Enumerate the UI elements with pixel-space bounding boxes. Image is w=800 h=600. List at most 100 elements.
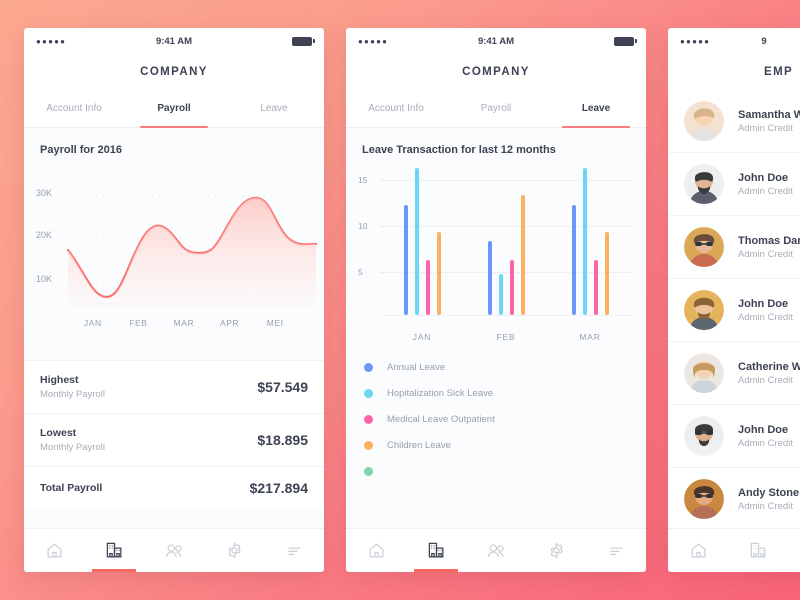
stat-label: Lowest	[40, 427, 77, 439]
stat-label: Total Payroll	[40, 482, 103, 494]
bar-children-leave	[436, 232, 441, 315]
employee-name: Andy Stone	[738, 486, 800, 499]
x-tick-apr: APR	[219, 318, 240, 328]
bar-chart-plot	[380, 160, 632, 316]
stat-row-lowest[interactable]: Lowest Monthly Payroll $18.895	[24, 413, 324, 466]
stat-row-total[interactable]: Total Payroll $217.894	[24, 466, 324, 509]
y-tick-15: 15	[358, 175, 368, 185]
tabbar-list[interactable]	[264, 529, 324, 572]
bar-annual-leave	[571, 205, 576, 315]
tab-leave[interactable]: Leave	[546, 90, 646, 128]
bottom-tab-bar	[668, 528, 800, 572]
avatar-photo-icon	[684, 101, 724, 141]
status-bar: ●●●●● 9:41 AM	[346, 28, 646, 54]
employee-role: Admin Credit	[738, 437, 793, 449]
bar-children-leave	[520, 195, 525, 315]
legend-dot-icon	[364, 414, 373, 424]
list-item[interactable]: Andy Stone Admin Credit	[668, 468, 800, 528]
status-bar: ●●●●● 9	[668, 28, 800, 54]
employee-role: Admin Credit	[738, 311, 793, 323]
list-item[interactable]: John Doe Admin Credit	[668, 153, 800, 216]
building-icon	[750, 542, 765, 558]
bottom-tab-bar	[24, 528, 324, 572]
payroll-content: Payroll for 2016 30K 20K 10K JAN FEB MAR…	[24, 128, 324, 528]
y-tick-30k: 30K	[36, 188, 53, 198]
legend-item-partial	[364, 458, 630, 484]
avatar	[684, 101, 724, 141]
list-item[interactable]: John Doe Admin Credit	[668, 405, 800, 468]
tabbar-company[interactable]	[406, 529, 466, 572]
y-tick-10: 10	[358, 221, 368, 231]
employee-role: Admin Credit	[738, 122, 793, 134]
tabbar-settings[interactable]	[204, 529, 264, 572]
stat-value: $18.895	[257, 432, 308, 448]
list-item[interactable]: John Doe Admin Credit	[668, 279, 800, 342]
home-icon	[691, 543, 705, 558]
bar-group-mar	[548, 160, 632, 315]
tabbar-settings[interactable]	[526, 529, 586, 572]
list-icon	[609, 547, 623, 556]
avatar	[684, 164, 724, 204]
phone-payroll: ●●●●● 9:41 AM COMPANY Account Info Payro…	[24, 28, 324, 572]
tab-account-info[interactable]: Account Info	[24, 90, 124, 127]
list-item[interactable]: Thomas Danie Admin Credit	[668, 216, 800, 279]
building-icon	[428, 542, 443, 558]
tab-leave[interactable]: Leave	[224, 90, 324, 127]
tab-payroll[interactable]: Payroll	[446, 90, 546, 127]
payroll-chart-svg	[66, 195, 318, 305]
x-tick-jan: JAN	[412, 332, 432, 342]
tab-account-info[interactable]: Account Info	[346, 90, 446, 127]
legend-dot-icon	[364, 440, 373, 450]
tab-payroll[interactable]: Payroll	[124, 90, 224, 128]
stat-label: Highest	[40, 374, 79, 386]
tabbar-people[interactable]	[788, 529, 800, 572]
employee-name: Catherine Will	[738, 360, 800, 373]
avatar-photo-icon	[684, 479, 724, 519]
screenshot-stage: ●●●●● 9:41 AM COMPANY Account Info Payro…	[0, 0, 800, 600]
employee-list: Samantha Will Admin Credit John Doe Admi…	[668, 90, 800, 528]
payroll-chart-title: Payroll for 2016	[40, 144, 122, 156]
page-title: COMPANY	[346, 54, 646, 90]
tabbar-home[interactable]	[668, 529, 728, 572]
tabbar-list[interactable]	[586, 529, 646, 572]
legend-dot-icon	[364, 466, 373, 476]
leave-chart-title: Leave Transaction for last 12 months	[362, 144, 556, 156]
bar-medical-outpatient	[425, 260, 430, 315]
legend-item-medical-outpatient: Medical Leave Outpatient	[364, 406, 630, 432]
list-item[interactable]: Samantha Will Admin Credit	[668, 90, 800, 153]
status-time: 9	[761, 35, 767, 47]
x-tick-mei: MEI	[266, 318, 284, 328]
list-item[interactable]: Catherine Will Admin Credit	[668, 342, 800, 405]
employee-name: John Doe	[738, 423, 789, 436]
x-tick-mar: MAR	[579, 332, 601, 342]
tabbar-company[interactable]	[84, 529, 144, 572]
leave-content: Leave Transaction for last 12 months 15 …	[346, 128, 646, 528]
tabbar-home[interactable]	[346, 529, 406, 572]
bar-annual-leave	[487, 241, 492, 315]
legend-label: Annual Leave	[387, 361, 446, 373]
gear-icon	[227, 542, 241, 559]
y-tick-5: 5	[358, 267, 363, 277]
legend-item-children-leave: Children Leave	[364, 432, 630, 458]
avatar-photo-icon	[684, 227, 724, 267]
page-title: COMPANY	[24, 54, 324, 90]
bar-sick-leave	[582, 168, 587, 315]
status-time: 9:41 AM	[477, 35, 515, 47]
tabbar-home[interactable]	[24, 529, 84, 572]
tabbar-company[interactable]	[728, 529, 788, 572]
employee-name: John Doe	[738, 297, 789, 310]
employee-role: Admin Credit	[738, 185, 793, 197]
stat-row-highest[interactable]: Highest Monthly Payroll $57.549	[24, 360, 324, 413]
employee-role: Admin Credit	[738, 248, 793, 260]
tabbar-people[interactable]	[144, 529, 204, 572]
phone-leave: ●●●●● 9:41 AM COMPANY Account Info Payro…	[346, 28, 646, 572]
tabbar-people[interactable]	[466, 529, 526, 572]
avatar-photo-icon	[684, 416, 724, 456]
legend-item-annual-leave: Annual Leave	[364, 354, 630, 380]
y-tick-10k: 10K	[36, 274, 53, 284]
employee-role: Admin Credit	[738, 374, 793, 386]
avatar	[684, 416, 724, 456]
payroll-x-axis: JAN FEB MAR APR MEI	[24, 312, 324, 328]
home-icon	[369, 543, 383, 558]
gear-icon	[549, 542, 563, 559]
